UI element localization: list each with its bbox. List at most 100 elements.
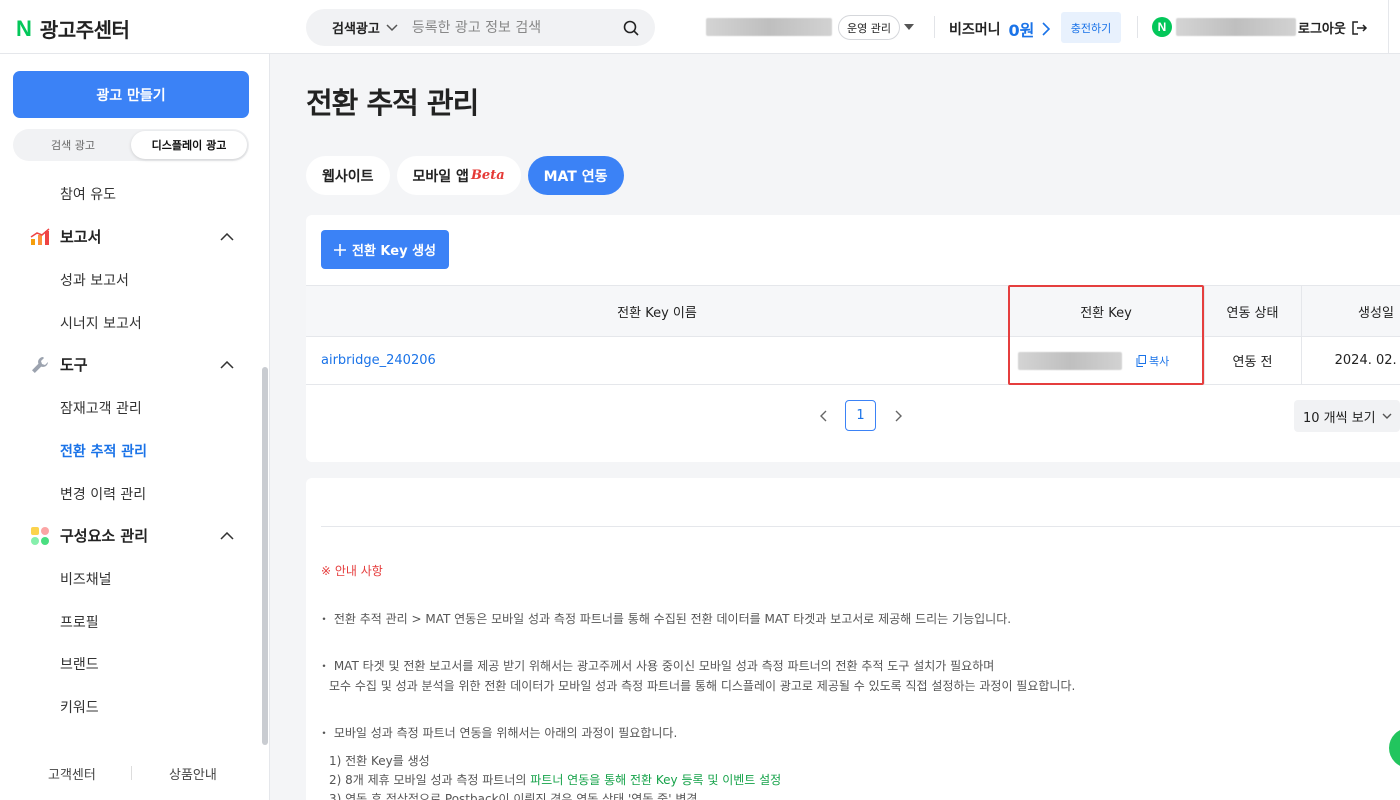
sidebar-group-label: 보고서 <box>60 228 102 246</box>
chevron-down-icon <box>386 23 398 31</box>
wrench-icon <box>32 356 48 373</box>
search-type-select[interactable]: 검색광고 <box>332 18 398 37</box>
chevron-up-icon[interactable] <box>219 357 235 373</box>
components-icon <box>31 526 49 545</box>
logout-icon <box>1352 20 1367 35</box>
status-cell: 연동 전 <box>1232 355 1273 370</box>
user-name-redacted <box>1176 18 1296 36</box>
page-size-label: 10 개씩 보기 <box>1303 410 1376 426</box>
logout-button[interactable]: 로그아웃 <box>1298 18 1368 37</box>
ad-type-segment: 검색 광고 디스플레이 광고 <box>13 129 249 161</box>
logout-label: 로그아웃 <box>1298 22 1346 37</box>
sidebar-item-perf-report[interactable]: 성과 보고서 <box>60 270 129 290</box>
sidebar-item-conversion[interactable]: 전환 추적 관리 <box>60 441 147 461</box>
chevron-up-icon[interactable] <box>219 528 235 544</box>
conversion-key-cell: 복사 <box>1018 337 1198 384</box>
naver-account-icon: N <box>1152 17 1172 37</box>
notice-line: ・ MAT 타겟 및 전환 보고서를 제공 받기 위해서는 광고주께서 사용 중… <box>318 659 995 673</box>
chevron-down-icon <box>1382 413 1392 419</box>
footer-divider <box>131 766 132 780</box>
notice-line: 모수 수집 및 성과 분석을 위한 전환 데이터가 모바일 성과 측정 파트너를… <box>329 679 1076 693</box>
sidebar-item-engagement[interactable]: 참여 유도 <box>60 184 116 204</box>
naver-logo-icon: N <box>16 15 32 41</box>
key-name-text: airbridge_240206 <box>321 353 436 368</box>
notice-step-text: 2) 8개 제휴 모바일 성과 측정 파트너의 <box>329 773 527 787</box>
top-header: N 광고주센터 검색광고 운영 관리 비즈머니 0원 충전하기 N 로그아웃 <box>0 0 1400 54</box>
tab-website[interactable]: 웹사이트 <box>306 156 390 195</box>
page-number[interactable]: 1 <box>845 400 876 431</box>
key-name-link[interactable]: airbridge_240206 <box>321 337 436 384</box>
ops-manage-button[interactable]: 운영 관리 <box>838 15 900 40</box>
bizmoney-amount: 0원 <box>1008 21 1035 40</box>
sidebar: 광고 만들기 검색 광고 디스플레이 광고 참여 유도 보고서 성과 보고서 시… <box>0 54 270 800</box>
chevron-right-icon <box>1042 22 1051 36</box>
conversion-key-redacted <box>1018 351 1122 370</box>
plus-icon <box>333 243 346 256</box>
charge-button[interactable]: 충전하기 <box>1061 12 1121 43</box>
sidebar-group-label: 구성요소 관리 <box>60 527 149 545</box>
conversion-tabs: 웹사이트 모바일 앱 Beta MAT 연동 <box>306 156 624 195</box>
search-input[interactable] <box>411 19 621 36</box>
report-chart-icon <box>30 227 50 245</box>
pagination: 1 <box>816 400 905 431</box>
logo[interactable]: N 광고주센터 <box>16 14 130 43</box>
search-icon[interactable] <box>621 18 641 38</box>
notice-step: 3) 연동 후 정상적으로 Postback이 이뤄진 경우 연동 상태 '연동… <box>329 792 698 800</box>
header-edge <box>1388 0 1389 54</box>
header-divider <box>1137 16 1138 38</box>
col-header-created: 생성일 <box>1358 305 1394 321</box>
sidebar-group-components[interactable]: 구성요소 관리 <box>30 525 148 546</box>
conversion-key-card: 전환 Key 생성 전환 Key 이름 전환 Key 연동 상태 생성일 air… <box>306 215 1400 462</box>
table-row: airbridge_240206 복사 연동 전 2024. 02. 06 <box>306 337 1400 385</box>
chevron-up-icon[interactable] <box>219 229 235 245</box>
page-title: 전환 추적 관리 <box>306 86 479 120</box>
sidebar-group-report[interactable]: 보고서 <box>30 226 101 247</box>
col-header-key: 전환 Key <box>1080 305 1132 321</box>
search-box: 검색광고 <box>306 9 655 46</box>
notice-title: ※ 안내 사항 <box>321 564 383 578</box>
created-cell: 2024. 02. 06 <box>1334 353 1400 368</box>
copy-icon <box>1136 354 1146 367</box>
notice-divider <box>321 526 1400 527</box>
copy-label: 복사 <box>1149 354 1170 368</box>
beta-badge: Beta <box>470 168 505 183</box>
footer-product-info[interactable]: 상품안내 <box>169 764 217 783</box>
notice-card: ※ 안내 사항 ・ 전환 추적 관리 > MAT 연동은 모바일 성과 측정 파… <box>306 478 1400 800</box>
tab-mobile-app[interactable]: 모바일 앱 Beta <box>396 156 521 195</box>
notice-line: ・ 모바일 성과 측정 파트너 연동을 위해서는 아래의 과정이 필요합니다. <box>318 726 678 740</box>
create-key-button[interactable]: 전환 Key 생성 <box>321 230 449 269</box>
sidebar-item-synergy-report[interactable]: 시너지 보고서 <box>60 313 142 333</box>
footer-customer-center[interactable]: 고객센터 <box>48 764 96 783</box>
logo-text: 광고주센터 <box>39 18 130 42</box>
sidebar-item-brand[interactable]: 브랜드 <box>60 654 99 674</box>
sidebar-group-tools[interactable]: 도구 <box>30 354 88 375</box>
tab-mat[interactable]: MAT 연동 <box>527 156 624 195</box>
notice-step: 2) 8개 제휴 모바일 성과 측정 파트너의 파트너 연동을 통해 전환 Ke… <box>329 771 781 788</box>
notice-line: ・ 전환 추적 관리 > MAT 연동은 모바일 성과 측정 파트너를 통해 수… <box>318 612 1012 626</box>
sidebar-group-label: 도구 <box>60 356 88 374</box>
page-size-select[interactable]: 10 개씩 보기 <box>1294 400 1400 432</box>
sidebar-item-keyword[interactable]: 키워드 <box>60 697 99 717</box>
notice-step: 1) 전환 Key를 생성 <box>329 754 430 768</box>
col-header-status: 연동 상태 <box>1226 305 1279 321</box>
create-ad-button[interactable]: 광고 만들기 <box>13 71 249 118</box>
partner-integration-link[interactable]: 파트너 연동을 통해 전환 Key 등록 및 이벤트 설정 <box>530 773 781 787</box>
table-header: 전환 Key 이름 전환 Key 연동 상태 생성일 <box>306 285 1400 337</box>
chevron-right-icon[interactable] <box>891 409 905 423</box>
sidebar-item-history[interactable]: 변경 이력 관리 <box>60 484 146 504</box>
sidebar-scrollbar[interactable] <box>262 367 268 745</box>
search-type-label: 검색광고 <box>332 22 380 37</box>
sidebar-item-audience[interactable]: 잠재고객 관리 <box>60 398 142 418</box>
account-name-redacted <box>706 18 832 36</box>
copy-button[interactable]: 복사 <box>1136 353 1169 369</box>
bizmoney[interactable]: 비즈머니 0원 <box>949 17 1051 41</box>
segment-display-ad[interactable]: 디스플레이 광고 <box>131 131 247 159</box>
chevron-left-icon[interactable] <box>816 409 830 423</box>
col-header-key-name: 전환 Key 이름 <box>617 305 697 321</box>
sidebar-item-profile[interactable]: 프로필 <box>60 612 99 632</box>
create-key-label: 전환 Key 생성 <box>351 244 437 259</box>
sidebar-item-bizchannel[interactable]: 비즈채널 <box>60 569 112 589</box>
segment-search-ad[interactable]: 검색 광고 <box>15 131 131 159</box>
caret-down-icon[interactable] <box>902 20 916 34</box>
header-divider <box>934 16 935 38</box>
